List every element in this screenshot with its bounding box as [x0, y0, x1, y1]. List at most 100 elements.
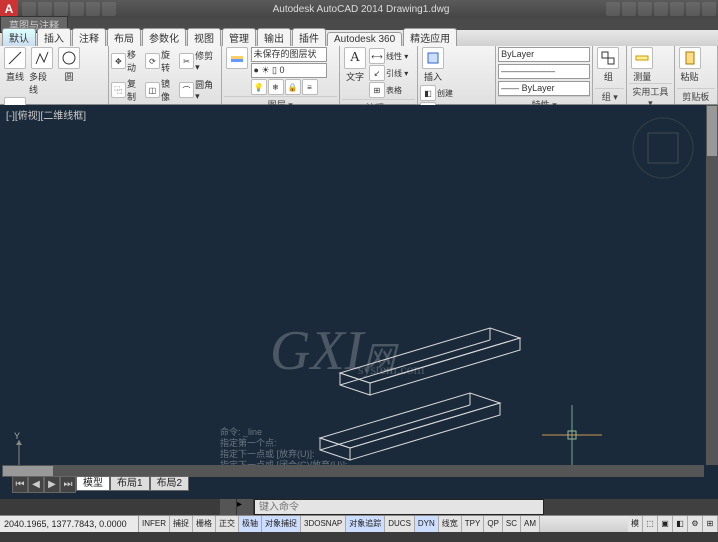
status-qp[interactable]: QP [484, 516, 503, 532]
vertical-scrollbar[interactable] [706, 105, 718, 465]
status-grid[interactable]: 栅格 [193, 516, 216, 532]
move-icon[interactable]: ✥ [111, 53, 126, 69]
mirror-icon[interactable]: ◫ [145, 82, 160, 98]
status-polar[interactable]: 极轴 [239, 516, 262, 532]
ribbon: 直线 多段线 圆 圆弧 绘图 ▾ ✥移动 ⟳旋转 ✂修剪 ▾ ⿻复制 ◫镜像 ⌒… [0, 46, 718, 105]
linetype-dropdown[interactable]: —— ByLayer [498, 81, 590, 96]
status-lwt[interactable]: 线宽 [439, 516, 462, 532]
group-button[interactable]: 组 [595, 47, 621, 83]
layout-tabs: ⏮ ◀ ▶ ⏭ 模型 布局1 布局2 [12, 476, 189, 493]
mirror-label: 镜像 [161, 77, 178, 103]
status-3dosnap[interactable]: 3DOSNAP [301, 516, 346, 532]
trim-icon[interactable]: ✂ [179, 53, 194, 69]
tab-plugins[interactable]: 插件 [292, 28, 326, 46]
panel-group-label[interactable]: 组 ▾ [595, 88, 624, 103]
command-toggle-icon[interactable] [220, 499, 237, 515]
status-osnap[interactable]: 对象捕捉 [262, 516, 301, 532]
qat-print-icon[interactable] [102, 2, 116, 16]
insert-block-button[interactable]: 插入 [420, 47, 446, 83]
coordinates-display[interactable]: 2040.1965, 1377.7843, 0.0000 [0, 516, 139, 532]
window-title: Autodesk AutoCAD 2014 Drawing1.dwg [116, 4, 606, 15]
fillet-icon[interactable]: ⌒ [179, 82, 194, 98]
panel-clipboard: 粘贴 剪贴板 [675, 46, 718, 104]
qat-new-icon[interactable] [22, 2, 36, 16]
polyline-button[interactable]: 多段线 [29, 47, 55, 96]
command-prompt-icon[interactable]: ▸ [237, 499, 254, 515]
panel-clipboard-label[interactable]: 剪贴板 [677, 88, 715, 103]
command-input[interactable] [254, 499, 544, 515]
minimize-icon[interactable] [670, 2, 684, 16]
tab-a360[interactable]: Autodesk 360 [327, 32, 402, 46]
text-label: 文字 [346, 70, 364, 83]
create-block-icon[interactable]: ◧ [420, 85, 436, 101]
rotate-label: 旋转 [161, 48, 178, 74]
status-snap[interactable]: 捕捉 [170, 516, 193, 532]
qat-undo-icon[interactable] [70, 2, 84, 16]
status-infer[interactable]: INFER [139, 516, 170, 532]
leader-icon[interactable]: ↙ [369, 65, 385, 81]
layer-freeze-icon[interactable]: ❄ [268, 79, 284, 95]
status-ducs[interactable]: DUCS [385, 516, 415, 532]
maximize-icon[interactable] [686, 2, 700, 16]
qat-save-icon[interactable] [54, 2, 68, 16]
status-tpy[interactable]: TPY [462, 516, 485, 532]
tab-manage[interactable]: 管理 [222, 28, 256, 46]
qat-redo-icon[interactable] [86, 2, 100, 16]
layout-next-icon[interactable]: ▶ [44, 476, 60, 493]
color-dropdown[interactable]: ByLayer [498, 47, 590, 62]
layer-lock-icon[interactable]: 🔒 [285, 79, 301, 95]
drawing-area[interactable]: [-][俯视][二维线框] GXI网 system.com [0, 105, 718, 499]
tab-annotate[interactable]: 注释 [72, 28, 106, 46]
status-r4-icon[interactable]: ⚙ [688, 516, 703, 532]
tab-layout2[interactable]: 布局2 [150, 476, 190, 491]
paste-button[interactable]: 粘贴 [677, 47, 703, 83]
tab-insert[interactable]: 插入 [37, 28, 71, 46]
measure-label: 测量 [633, 70, 651, 83]
signin-icon[interactable] [622, 2, 636, 16]
ribbon-tabs: 默认 插入 注释 布局 参数化 视图 管理 输出 插件 Autodesk 360… [0, 30, 718, 46]
status-otrack[interactable]: 对象追踪 [346, 516, 385, 532]
status-model[interactable]: 模 [628, 516, 643, 532]
circle-button[interactable]: 圆 [56, 47, 82, 83]
status-r1-icon[interactable]: ⬚ [643, 516, 658, 532]
tab-view[interactable]: 视图 [187, 28, 221, 46]
status-sc[interactable]: SC [503, 516, 521, 532]
close-icon[interactable] [702, 2, 716, 16]
status-toggles: INFER 捕捉 栅格 正交 极轴 对象捕捉 3DOSNAP 对象追踪 DUCS… [139, 516, 540, 532]
measure-button[interactable]: 测量 [629, 47, 655, 83]
tab-model[interactable]: 模型 [76, 476, 110, 491]
copy-icon[interactable]: ⿻ [111, 82, 126, 98]
rotate-icon[interactable]: ⟳ [145, 53, 160, 69]
tab-default[interactable]: 默认 [2, 28, 36, 46]
status-am[interactable]: AM [521, 516, 540, 532]
lineweight-dropdown[interactable]: —————— ByLayer [498, 64, 590, 79]
tab-output[interactable]: 输出 [257, 28, 291, 46]
layout-first-icon[interactable]: ⏮ [12, 476, 28, 493]
layer-match-icon[interactable]: ≡ [302, 79, 318, 95]
layer-properties-button[interactable] [224, 47, 250, 69]
layer-off-icon[interactable]: 💡 [251, 79, 267, 95]
layout-prev-icon[interactable]: ◀ [28, 476, 44, 493]
tab-layout[interactable]: 布局 [107, 28, 141, 46]
status-r3-icon[interactable]: ◧ [673, 516, 688, 532]
layer-state-dropdown[interactable]: 未保存的图层状态 [251, 47, 327, 62]
layout-last-icon[interactable]: ⏭ [60, 476, 76, 493]
move-label: 移动 [127, 48, 144, 74]
text-button[interactable]: A文字 [342, 47, 368, 83]
status-r2-icon[interactable]: ▣ [658, 516, 673, 532]
tab-featured[interactable]: 精选应用 [403, 28, 457, 46]
quick-access-toolbar [22, 2, 116, 16]
table-icon[interactable]: ⊞ [369, 82, 385, 98]
layer-dropdown[interactable]: ● ☀ ▯ 0 [251, 63, 327, 78]
status-ortho[interactable]: 正交 [216, 516, 239, 532]
status-dyn[interactable]: DYN [415, 516, 439, 532]
linear-dim-icon[interactable]: ⟷ [369, 48, 385, 64]
status-r5-icon[interactable]: ⊞ [703, 516, 718, 532]
tab-parametric[interactable]: 参数化 [142, 28, 186, 46]
exchange-icon[interactable] [638, 2, 652, 16]
line-button[interactable]: 直线 [2, 47, 28, 83]
qat-open-icon[interactable] [38, 2, 52, 16]
tab-layout1[interactable]: 布局1 [110, 476, 150, 491]
help-icon[interactable] [654, 2, 668, 16]
search-icon[interactable] [606, 2, 620, 16]
